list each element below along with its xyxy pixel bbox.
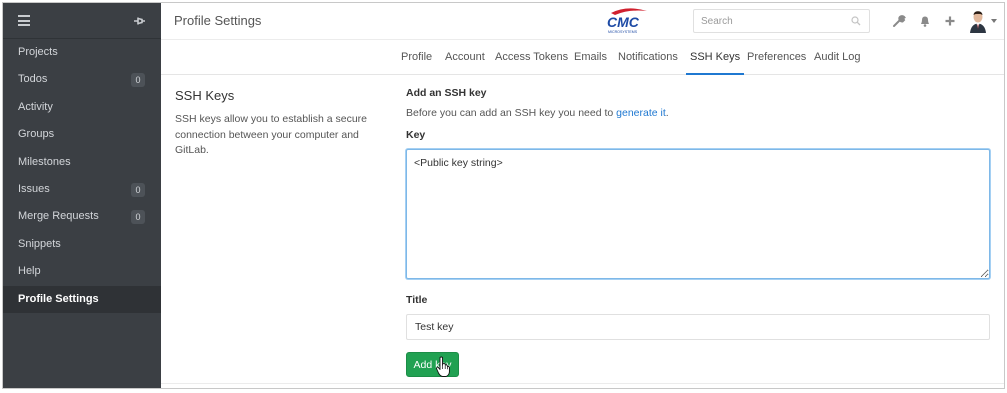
plus-icon[interactable] (942, 13, 958, 29)
page-title: Profile Settings (174, 13, 262, 28)
generate-it-link[interactable]: generate it (616, 107, 666, 119)
tab-notifications[interactable]: Notifications (618, 40, 678, 74)
tab-preferences[interactable]: Preferences (747, 40, 806, 74)
count-badge: 0 (131, 182, 145, 197)
sidebar-item-label: Todos (18, 73, 48, 86)
sidebar-item-label: Milestones (18, 155, 71, 168)
title-input[interactable] (406, 314, 990, 340)
app-window: Projects Todos 0 Activity Groups Milestones Is… (2, 2, 1005, 389)
count-badge: 0 (131, 73, 145, 88)
sidebar-item-label: Activity (18, 100, 53, 113)
sidebar-item-todos[interactable]: Todos 0 (3, 66, 161, 93)
tab-account[interactable]: Account (445, 40, 485, 74)
sidebar-header (3, 3, 161, 39)
sidebar-item-label: Snippets (18, 237, 61, 250)
help-prefix: Before you can add an SSH key you need t… (406, 107, 617, 119)
sidebar-nav: Projects Todos 0 Activity Groups Milestones Is… (3, 39, 161, 313)
hand-pointer-cursor-icon (435, 356, 451, 378)
section-title: SSH Keys (175, 88, 235, 103)
search-input[interactable] (694, 10, 844, 32)
search-icon (851, 16, 861, 26)
chevron-down-icon[interactable] (991, 19, 997, 23)
company-logo[interactable]: CMC MICROSYSTEMS (603, 7, 649, 35)
section-description: SSH keys allow you to establish a secure… (175, 113, 368, 156)
pin-icon[interactable] (131, 13, 147, 29)
sidebar-item-label: Projects (18, 46, 58, 58)
sidebar-item-merge-requests[interactable]: Merge Requests 0 (3, 203, 161, 230)
sidebar-item-label: Help (18, 265, 41, 278)
svg-text:MICROSYSTEMS: MICROSYSTEMS (608, 30, 638, 34)
sidebar-item-activity[interactable]: Activity (3, 94, 161, 121)
sidebar-item-milestones[interactable]: Milestones (3, 149, 161, 176)
search-box[interactable] (693, 9, 870, 33)
sidebar: Projects Todos 0 Activity Groups Milestones Is… (3, 3, 161, 388)
wrench-icon[interactable] (891, 13, 907, 29)
add-ssh-key-form: Add an SSH key Before you can add an SSH… (406, 87, 991, 377)
key-textarea[interactable] (406, 149, 990, 279)
title-label: Title (406, 294, 428, 306)
sidebar-item-label: Profile Settings (18, 292, 99, 305)
tab-emails[interactable]: Emails (574, 40, 607, 74)
section-info: SSH Keys SSH keys allow you to establish… (175, 88, 375, 159)
tab-audit-log[interactable]: Audit Log (814, 40, 860, 74)
top-header: Profile Settings CMC MICROSYSTEMS (161, 3, 1004, 40)
hamburger-menu-icon[interactable] (18, 15, 30, 26)
sidebar-item-issues[interactable]: Issues 0 (3, 176, 161, 203)
sidebar-item-help[interactable]: Help (3, 258, 161, 285)
svg-text:CMC: CMC (607, 14, 640, 30)
user-avatar[interactable] (968, 9, 988, 33)
bell-icon[interactable] (917, 13, 933, 29)
sidebar-item-label: Groups (18, 128, 55, 141)
tab-ssh-keys[interactable]: SSH Keys (685, 40, 745, 75)
tab-access-tokens[interactable]: Access Tokens (495, 40, 568, 74)
sidebar-item-label: Issues (18, 182, 50, 195)
tab-profile[interactable]: Profile (401, 40, 432, 74)
add-key-button[interactable]: Add key (406, 352, 459, 377)
key-label: Key (406, 129, 426, 141)
form-help-text: Before you can add an SSH key you need t… (406, 107, 991, 123)
sidebar-item-projects[interactable]: Projects (3, 39, 161, 66)
help-suffix: . (665, 107, 669, 119)
divider (161, 383, 1004, 384)
count-badge: 0 (131, 210, 145, 225)
sidebar-item-snippets[interactable]: Snippets (3, 231, 161, 258)
form-title: Add an SSH key (406, 87, 487, 99)
settings-tabs: Profile Account Access Tokens Emails Notific… (161, 40, 1004, 75)
sidebar-item-profile-settings[interactable]: Profile Settings (3, 285, 161, 313)
sidebar-item-label: Merge Requests (18, 210, 99, 223)
sidebar-item-groups[interactable]: Groups (3, 121, 161, 148)
